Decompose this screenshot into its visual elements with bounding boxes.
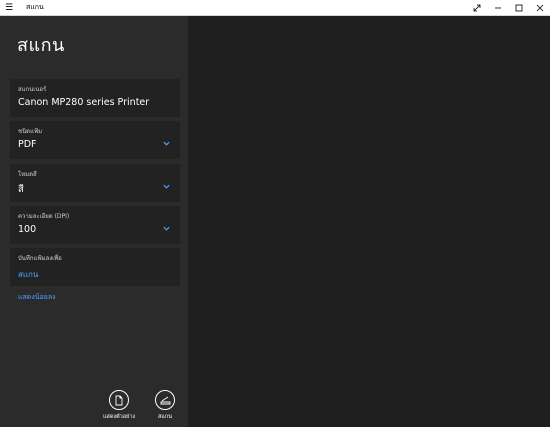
- preview-label: แสดงตัวอย่าง: [102, 414, 136, 420]
- save-location-label: บันทึกแฟ้มลงเพื่อ: [18, 255, 62, 262]
- title-bar: ☰ สแกน: [0, 0, 550, 16]
- resolution-dropdown[interactable]: ความละเอียด (DPI) 100: [10, 206, 180, 244]
- save-location-link[interactable]: สแกน: [18, 268, 38, 281]
- scanner-selector[interactable]: สแกนเนอร์ Canon MP280 series Printer: [10, 79, 180, 117]
- chevron-down-icon: [163, 226, 170, 231]
- chevron-down-icon: [163, 184, 170, 189]
- close-icon[interactable]: [529, 0, 550, 15]
- scan-app-window: ☰ สแกน สแกน สแกนเนอร์ Canon MP280 series…: [0, 0, 550, 427]
- page-title: สแกน: [17, 35, 65, 56]
- preview-button[interactable]: แสดงตัวอย่าง: [101, 390, 137, 426]
- scanner-label: สแกนเนอร์: [18, 86, 47, 93]
- hamburger-icon[interactable]: ☰: [0, 0, 18, 15]
- chevron-down-icon: [163, 141, 170, 146]
- show-less-link[interactable]: แสดงน้อยลง: [18, 292, 56, 303]
- maximize-icon[interactable]: [508, 0, 529, 15]
- expand-icon[interactable]: [466, 0, 487, 15]
- color-mode-dropdown[interactable]: โหมดสี สี: [10, 164, 180, 202]
- resolution-label: ความละเอียด (DPI): [18, 213, 70, 220]
- scan-button[interactable]: สแกน: [147, 390, 183, 426]
- scan-label: สแกน: [158, 414, 172, 420]
- scanner-icon: [155, 390, 175, 410]
- file-type-label: ชนิดแฟ้ม: [18, 128, 43, 135]
- window-controls: [466, 0, 550, 15]
- minimize-icon[interactable]: [487, 0, 508, 15]
- preview-area: [188, 16, 550, 427]
- save-location-field: บันทึกแฟ้มลงเพื่อ สแกน: [10, 248, 180, 286]
- resolution-value: 100: [18, 224, 37, 235]
- window-title: สแกน: [26, 3, 44, 11]
- color-mode-label: โหมดสี: [18, 171, 37, 178]
- color-mode-value: สี: [18, 184, 24, 195]
- scanner-value: Canon MP280 series Printer: [18, 97, 150, 108]
- file-type-dropdown[interactable]: ชนิดแฟ้ม PDF: [10, 121, 180, 159]
- file-type-value: PDF: [18, 139, 37, 150]
- preview-icon: [109, 390, 129, 410]
